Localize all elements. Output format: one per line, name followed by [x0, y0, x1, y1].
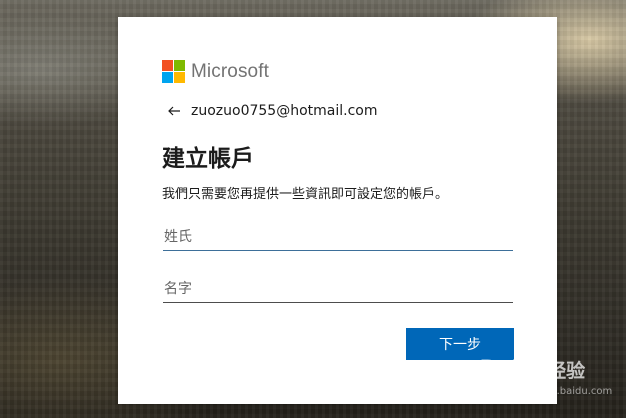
page-description: 我們只需要您再提供一些資訊即可設定您的帳戶。	[162, 187, 449, 202]
first-name-input[interactable]	[163, 276, 513, 303]
arrow-left-icon[interactable]	[166, 103, 182, 119]
logo-square-blue	[162, 72, 173, 83]
watermark-left-text: Bai	[478, 357, 518, 382]
microsoft-logo-icon	[162, 60, 185, 83]
last-name-input[interactable]	[163, 224, 513, 251]
signup-card: Microsoft zuozuo0755@hotmail.com 建立帳戶 我們…	[118, 17, 557, 404]
page-title: 建立帳戶	[162, 146, 254, 172]
logo-square-yellow	[174, 72, 185, 83]
identity-email: zuozuo0755@hotmail.com	[191, 103, 378, 119]
identity-banner: zuozuo0755@hotmail.com	[166, 103, 377, 119]
watermark-right-text: 经验	[547, 360, 586, 382]
microsoft-logo: Microsoft	[162, 60, 269, 83]
baidu-watermark: Bai 经验	[478, 356, 585, 383]
logo-square-red	[162, 60, 173, 71]
logo-text: Microsoft	[191, 60, 269, 82]
paw-icon	[522, 358, 543, 379]
logo-square-green	[174, 60, 185, 71]
watermark-url: jingyan.baidu.com	[520, 386, 613, 397]
